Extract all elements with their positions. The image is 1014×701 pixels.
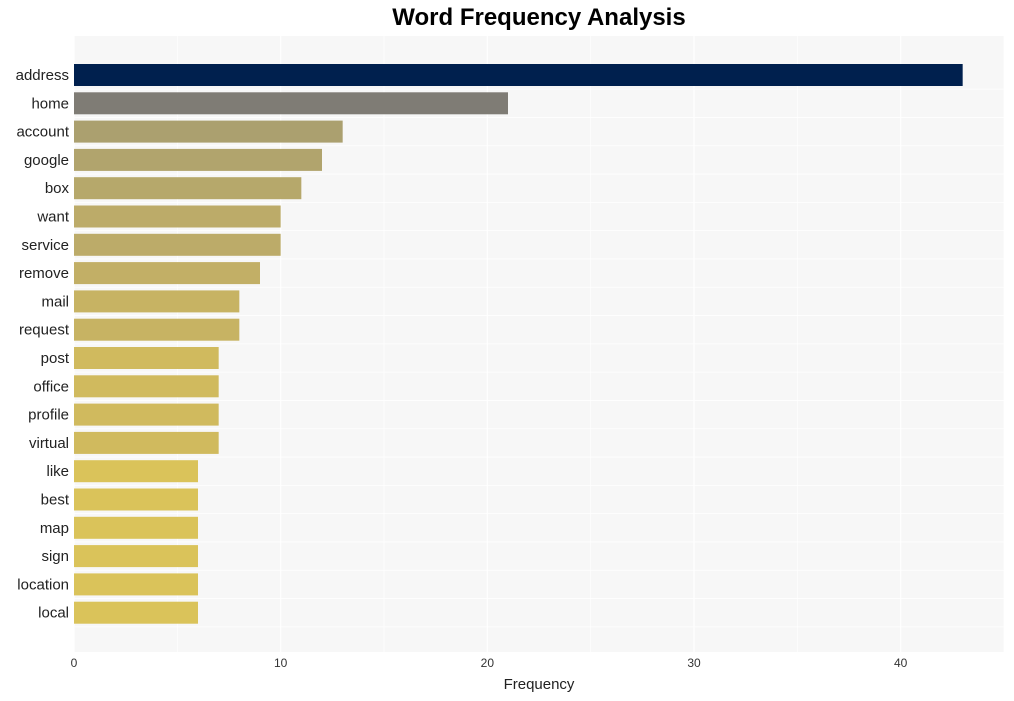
bar-profile [74,403,219,426]
x-tick-label: 10 [274,656,288,670]
bar-box [74,177,302,200]
category-label-map: map [40,520,69,537]
category-label-want: want [36,209,70,226]
category-label-mail: mail [41,293,69,310]
bar-google [74,148,322,171]
bar-service [74,233,281,256]
bar-like [74,460,198,483]
bar-account [74,120,343,143]
x-axis-title: Frequency [504,676,575,693]
category-label-location: location [17,576,69,593]
bar-best [74,488,198,511]
category-labels: address home account google box want service re… [16,67,70,622]
x-tick-labels: 0 10 20 30 40 [71,656,908,670]
category-label-request: request [19,322,70,339]
bar-map [74,516,198,539]
bar-remove [74,262,260,285]
x-tick-label: 20 [481,656,495,670]
x-tick-label: 40 [894,656,908,670]
category-label-like: like [46,463,69,480]
category-label-home: home [31,95,69,112]
bar-want [74,205,281,228]
bar-location [74,573,198,596]
bar-sign [74,545,198,568]
category-label-service: service [21,237,69,254]
category-label-office: office [33,378,69,395]
x-tick-label: 0 [71,656,78,670]
bar-request [74,318,240,341]
category-label-post: post [41,350,70,367]
category-label-virtual: virtual [29,435,69,452]
category-label-sign: sign [41,548,69,565]
category-label-best: best [41,492,70,509]
bar-mail [74,290,240,313]
bar-post [74,347,219,369]
category-label-account: account [16,124,69,141]
x-tick-label: 30 [687,656,701,670]
bar-local [74,601,198,624]
category-label-box: box [45,180,70,197]
bar-virtual [74,431,219,454]
bar-office [74,375,219,398]
category-label-profile: profile [28,407,69,424]
category-label-local: local [38,605,69,622]
category-label-address: address [16,67,69,84]
category-label-google: google [24,152,69,169]
bar-home [74,92,508,115]
bar-chart: address home account google box want service re… [16,36,1005,693]
category-label-remove: remove [19,265,69,282]
bar-address [74,64,963,86]
